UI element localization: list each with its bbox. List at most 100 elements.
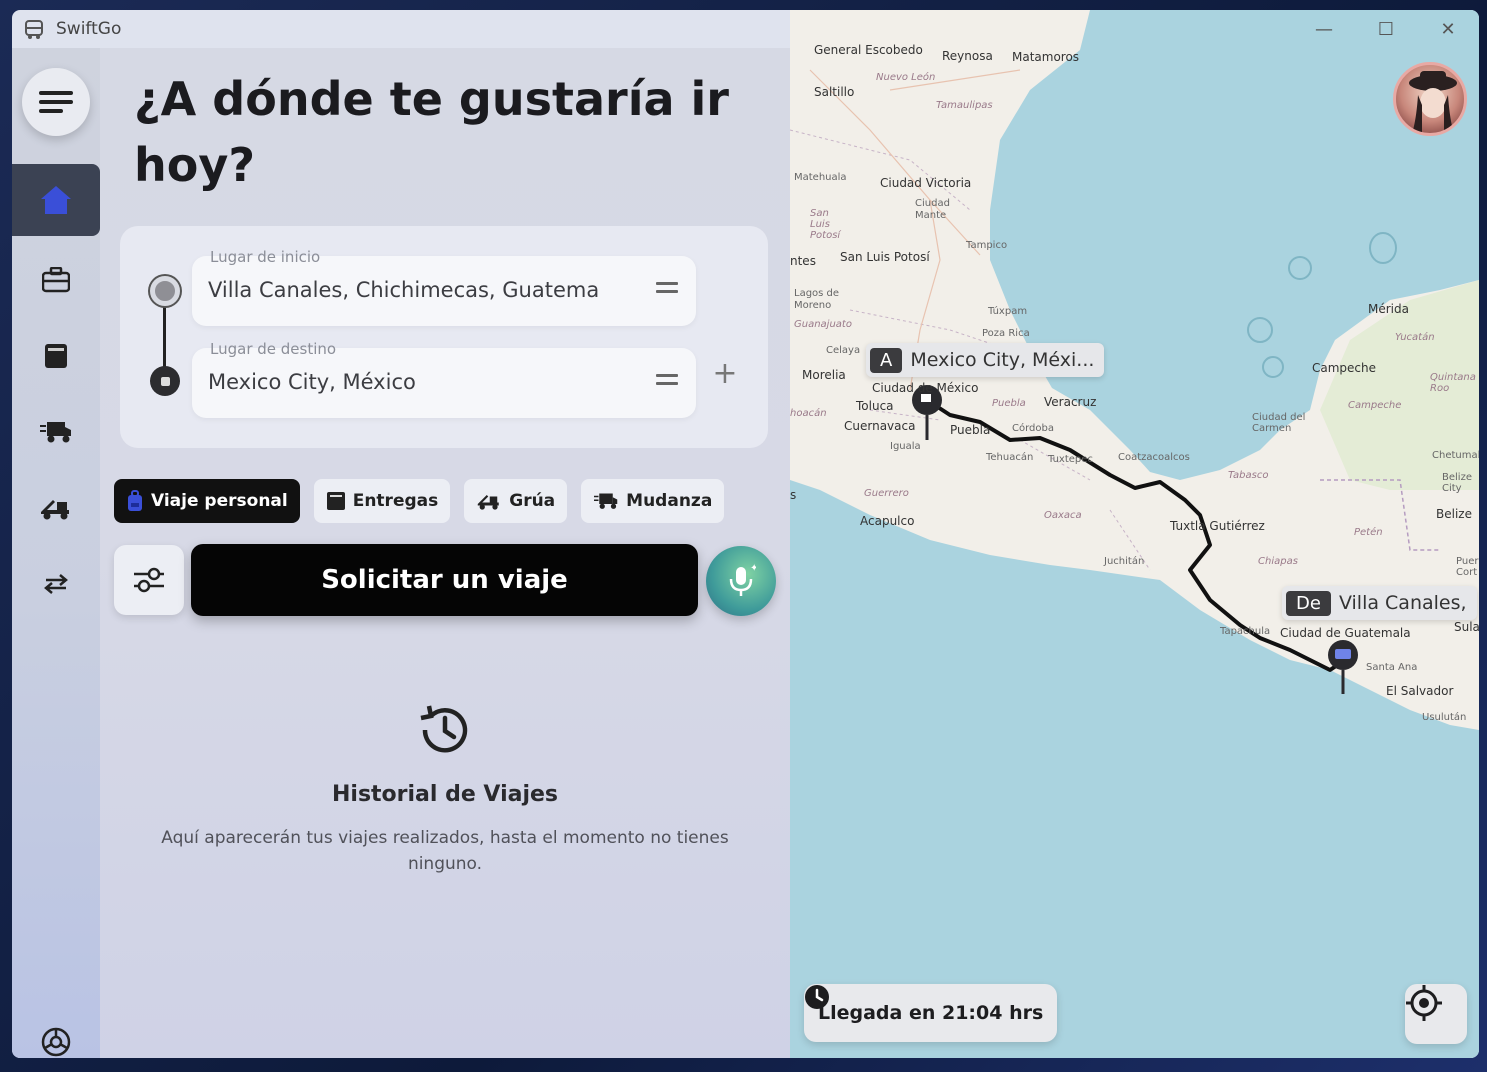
map-label: Puer Cort: [1456, 556, 1479, 578]
map-label: Tehuacán: [986, 452, 1034, 463]
map-label: Sula: [1454, 620, 1479, 634]
add-stop-button[interactable]: +: [710, 356, 740, 391]
map-label: Cuernavaca: [844, 419, 916, 433]
title-bar: SwiftGo: [12, 10, 790, 48]
map-label: Tuxtla Gutiérrez: [1170, 519, 1265, 533]
start-location-field[interactable]: Lugar de inicio Villa Canales, Chichimec…: [192, 248, 696, 326]
nav-home[interactable]: [12, 164, 100, 236]
trip-history: Historial de Viajes Aquí aparecerán tus …: [100, 698, 790, 877]
map-label: Belize: [1436, 507, 1472, 521]
map-label: Yucatán: [1395, 332, 1435, 343]
map-label: Veracruz: [1044, 395, 1097, 409]
map-label: Ciudad del Carmen: [1252, 412, 1306, 434]
map-label: Tabasco: [1228, 470, 1269, 481]
map-label: Túxpam: [988, 306, 1028, 317]
maximize-button[interactable]: ☐: [1355, 10, 1417, 48]
map-label: San Luis Potosí: [840, 250, 930, 264]
chip-personal-trip[interactable]: Viaje personal: [114, 479, 300, 523]
map-label: Santa Ana: [1366, 662, 1418, 673]
bus-icon: [22, 17, 46, 41]
close-button[interactable]: ✕: [1417, 10, 1479, 48]
map-label: Tuxtepec: [1048, 454, 1093, 465]
page-title: ¿A dónde te gustaría ir hoy?: [134, 72, 729, 192]
map-label: Tampico: [966, 240, 1008, 251]
start-location-value[interactable]: Villa Canales, Chichimecas, Guatema: [208, 278, 638, 302]
destination-tag[interactable]: A Mexico City, Méxi...: [866, 343, 1105, 377]
home-icon: [41, 186, 71, 214]
chip-deliveries[interactable]: Entregas: [313, 479, 451, 523]
sidebar: [12, 48, 100, 1058]
map-label: Matamoros: [1012, 50, 1080, 64]
nav-moving[interactable]: [12, 396, 100, 468]
box-icon: [326, 492, 345, 510]
chip-label: Mudanza: [626, 491, 713, 511]
trip-options-button[interactable]: [114, 545, 184, 615]
map-label: Guanajuato: [794, 319, 852, 330]
chip-label: Entregas: [352, 491, 439, 511]
settings-button[interactable]: [12, 1014, 100, 1058]
menu-button[interactable]: [22, 68, 90, 136]
map-label: hoacán: [790, 408, 827, 419]
map-label: Petén: [1354, 527, 1383, 538]
history-icon: [413, 698, 477, 762]
map-label: Nuevo León: [876, 72, 936, 83]
map-label: Acapulco: [860, 514, 915, 528]
destination-field[interactable]: Lugar de destino Mexico City, México: [192, 340, 696, 418]
tow-truck-icon: [477, 495, 499, 510]
request-trip-button[interactable]: Solicitar un viaje: [191, 544, 698, 616]
drag-handle-icon[interactable]: [656, 374, 678, 388]
map-label: Tamaulipas: [936, 100, 993, 111]
nav-briefcase[interactable]: [12, 244, 100, 316]
tow-truck-icon: [41, 500, 69, 520]
destination-tag-text: Mexico City, Méxi...: [910, 349, 1095, 371]
map-label: Iguala: [890, 441, 921, 452]
hamburger-icon: [39, 91, 73, 113]
chip-tow[interactable]: Grúa: [464, 479, 568, 523]
minimize-button[interactable]: —: [1293, 10, 1355, 48]
map-label: Reynosa: [942, 49, 993, 63]
drag-handle-icon[interactable]: [656, 282, 678, 296]
start-marker-icon: [150, 276, 180, 306]
nav-tow[interactable]: [12, 472, 100, 544]
origin-tag-text: Villa Canales,: [1338, 592, 1467, 614]
avatar[interactable]: [1393, 62, 1467, 136]
moving-truck-icon: [594, 493, 618, 509]
map-label: Ciudad Mante: [915, 198, 950, 221]
destination-label: Lugar de destino: [210, 340, 337, 358]
voice-input-button[interactable]: ✦: [706, 546, 776, 616]
chip-label: Grúa: [509, 491, 556, 511]
swap-arrows-icon: [44, 574, 68, 594]
map-label: Puebla: [950, 423, 991, 437]
map-label: Ciudad de México: [872, 381, 979, 395]
clock-icon: [805, 985, 829, 1009]
svg-text:✦: ✦: [750, 563, 756, 574]
origin-tag[interactable]: De Villa Canales,: [1282, 586, 1477, 620]
map-label: Campeche: [1348, 400, 1402, 411]
map-label: Toluca: [856, 399, 894, 413]
app-window: SwiftGo — ☐ ✕ ¿A dónde te gustaría ir ho…: [12, 10, 1479, 1058]
map-label: Belize City: [1442, 472, 1472, 494]
locate-me-button[interactable]: [1405, 984, 1467, 1044]
briefcase-icon: [42, 267, 70, 293]
window-controls: — ☐ ✕: [1293, 10, 1479, 48]
nav-transfer[interactable]: [12, 548, 100, 620]
map-label: Córdoba: [1012, 423, 1054, 434]
map-label: Chetumal: [1432, 450, 1479, 461]
map-label: General Escobedo: [814, 43, 923, 57]
box-icon: [45, 344, 67, 368]
trip-panel: ¿A dónde te gustaría ir hoy? Lugar de in…: [100, 48, 790, 1058]
nav-packages[interactable]: [12, 320, 100, 392]
map-view[interactable]: General Escobedo Reynosa Matamoros Nuevo…: [790, 10, 1479, 1058]
map-label: Mérida: [1368, 302, 1409, 316]
map-label: Matehuala: [794, 172, 847, 183]
map-label: Lagos de Moreno: [794, 288, 840, 311]
window-title: SwiftGo: [56, 19, 122, 39]
destination-value[interactable]: Mexico City, México: [208, 370, 638, 394]
map-label: Juchitán: [1104, 556, 1145, 567]
map-label: Guerrero: [864, 488, 909, 499]
sliders-icon: [134, 567, 164, 593]
arrival-estimate-text: Llegada en 21:04 hrs: [818, 1002, 1044, 1024]
route-card: Lugar de inicio Villa Canales, Chichimec…: [120, 226, 768, 448]
map-label: San Luis Potosí: [810, 208, 841, 241]
chip-moving[interactable]: Mudanza: [581, 479, 725, 523]
